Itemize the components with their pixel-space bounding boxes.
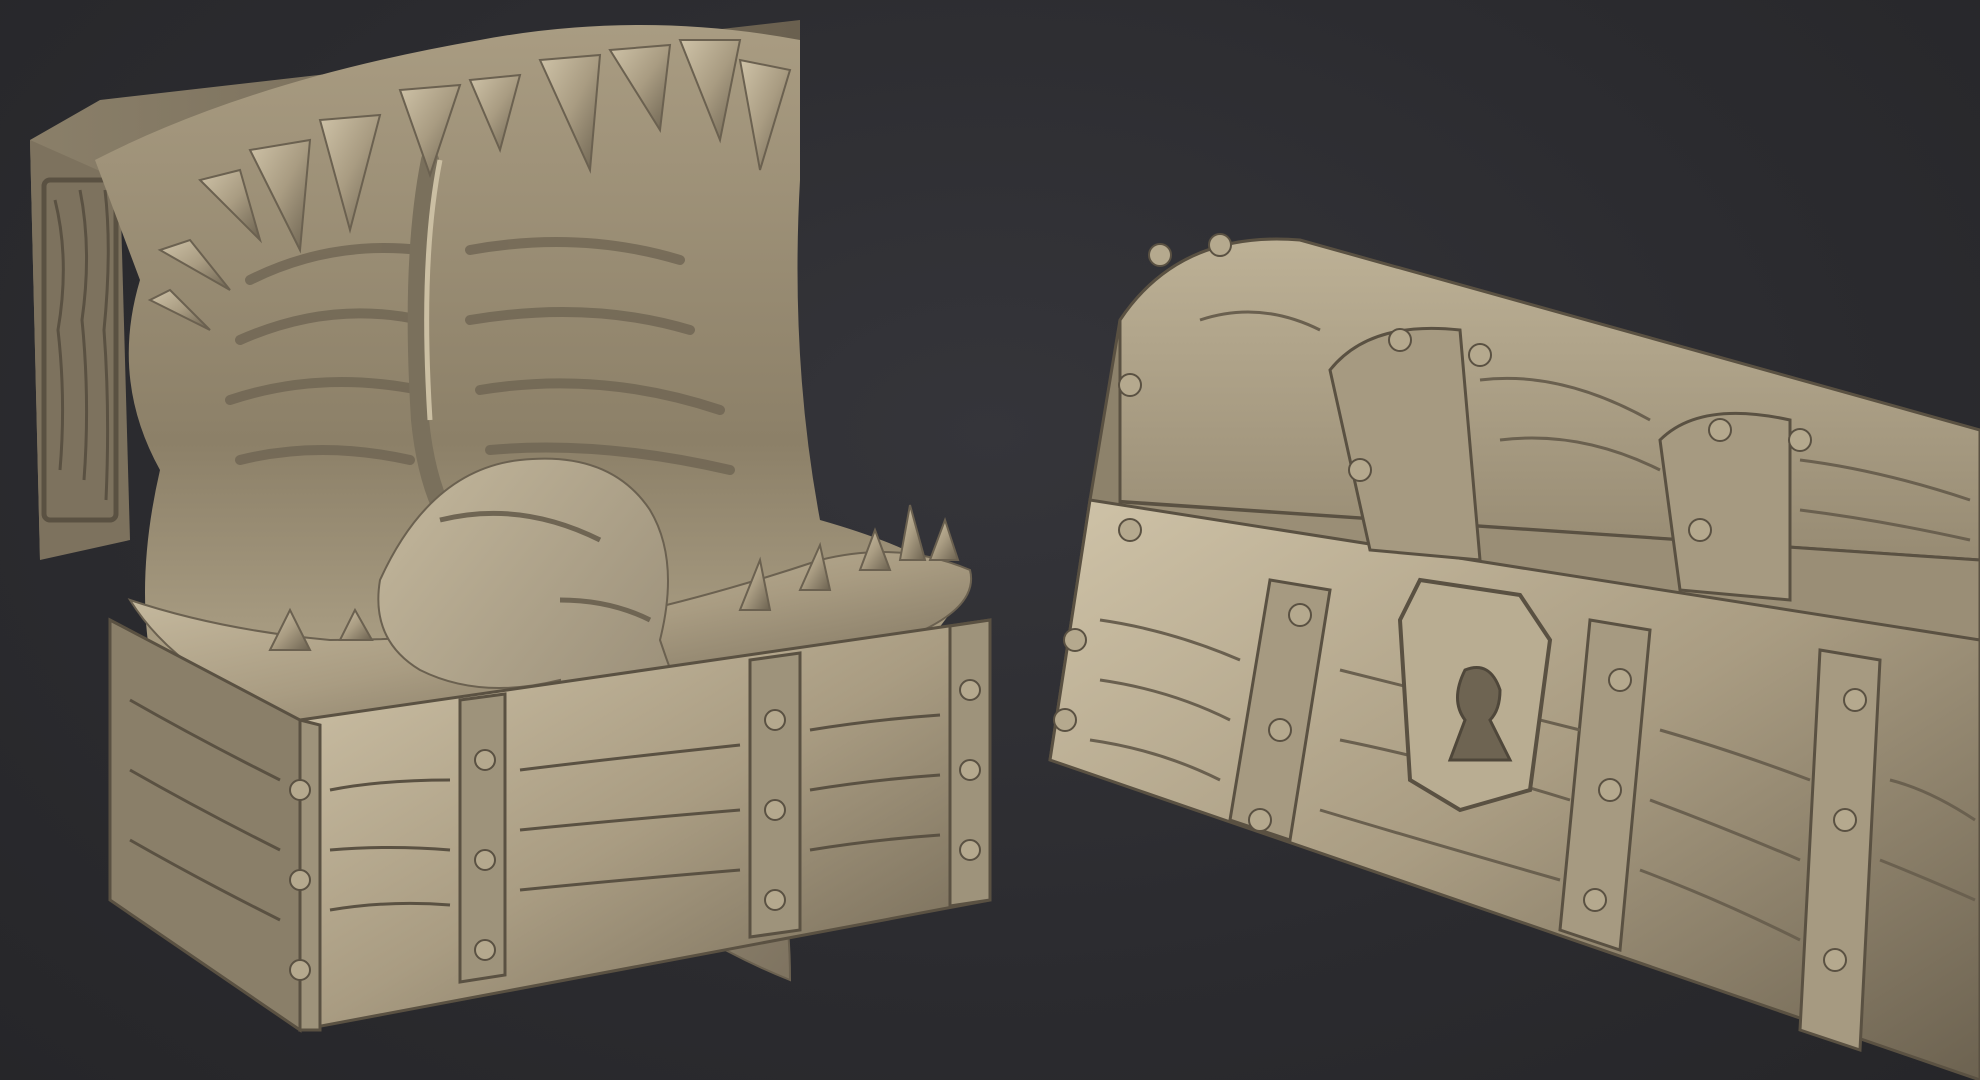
closed-chest [1048,233,1980,1080]
render-viewport [0,0,1980,1080]
keyhole-plate [1397,577,1553,813]
mimic-chest [30,20,992,1033]
render-canvas [30,20,1980,1080]
